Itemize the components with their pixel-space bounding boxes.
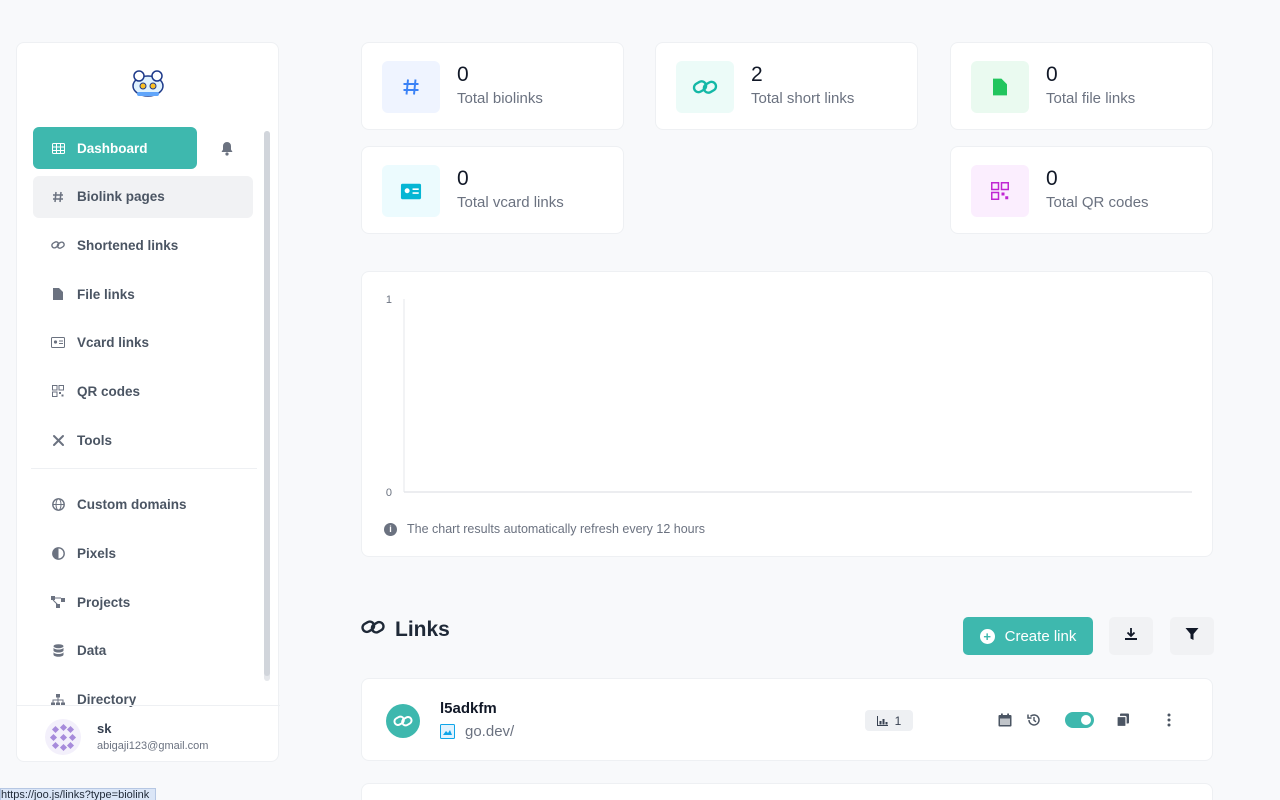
- sidebar-item-label: Biolink pages: [77, 189, 165, 205]
- sidebar-item-label: Projects: [77, 594, 131, 610]
- stat-card-qr-codes[interactable]: 0 Total QR codes: [950, 146, 1213, 234]
- link-icon: [361, 618, 385, 642]
- sidebar-nav: Dashboard Biolink pages Shortened links …: [31, 127, 257, 727]
- user-email: abigaji123@gmail.com: [97, 740, 209, 752]
- scrollbar-thumb[interactable]: [264, 131, 270, 676]
- copy-icon[interactable]: [1113, 710, 1133, 730]
- sidebar-item-file-links[interactable]: File links: [33, 273, 253, 315]
- sidebar-item-projects[interactable]: Projects: [33, 581, 253, 623]
- tools-icon: [49, 431, 67, 449]
- filter-icon: [1185, 627, 1199, 646]
- qrcode-icon: [49, 382, 67, 400]
- link-icon: [676, 61, 734, 113]
- stat-value: 0: [457, 167, 469, 190]
- stat-card-file-links[interactable]: 0 Total file links: [950, 42, 1213, 130]
- stat-label: Total biolinks: [457, 90, 543, 107]
- sidebar-item-label: Tools: [77, 432, 112, 448]
- chart-note-text: The chart results automatically refresh …: [407, 522, 706, 536]
- file-icon: [971, 61, 1029, 113]
- history-icon[interactable]: [1024, 710, 1044, 730]
- stat-card-biolinks[interactable]: 0 Total biolinks: [361, 42, 624, 130]
- stat-label: Total vcard links: [457, 194, 564, 211]
- hash-icon: [382, 61, 440, 113]
- stat-label: Total file links: [1046, 90, 1136, 107]
- link-row[interactable]: l5adkfm go.dev/ 1: [361, 678, 1213, 761]
- project-diagram-icon: [49, 593, 67, 611]
- sidebar-item-label: File links: [77, 286, 135, 302]
- favicon-icon: [440, 724, 455, 739]
- sidebar-item-label: QR codes: [77, 383, 141, 399]
- y-tick-label: 0: [386, 487, 392, 499]
- y-tick-label: 1: [386, 294, 392, 306]
- links-section-title: Links: [361, 618, 450, 642]
- sidebar-item-label: Dashboard: [77, 140, 148, 156]
- clicks-count: 1: [894, 713, 902, 728]
- stat-card-short-links[interactable]: 2 Total short links: [655, 42, 918, 130]
- database-icon: [49, 642, 67, 660]
- link-icon: [49, 236, 67, 254]
- user-name: sk: [97, 721, 112, 736]
- table-icon: [49, 139, 67, 157]
- chart-note: i The chart results automatically refres…: [384, 522, 705, 536]
- create-link-label: Create link: [1004, 627, 1077, 645]
- sidebar-item-label: Data: [77, 643, 107, 659]
- export-button[interactable]: [1109, 617, 1153, 655]
- sidebar-scrollbar[interactable]: [264, 131, 270, 681]
- link-icon: [386, 704, 420, 738]
- sidebar-item-tools[interactable]: Tools: [33, 419, 253, 461]
- link-destination[interactable]: go.dev/: [440, 723, 514, 740]
- link-url: go.dev/: [465, 723, 515, 740]
- stat-value: 2: [751, 63, 763, 86]
- info-icon: i: [384, 522, 397, 536]
- sidebar-item-pixels[interactable]: Pixels: [33, 533, 253, 575]
- sidebar-item-label: Shortened links: [77, 237, 179, 253]
- plus-icon: +: [979, 628, 995, 644]
- sidebar-divider: [31, 467, 257, 469]
- stat-value: 0: [1046, 167, 1058, 190]
- adjust-icon: [49, 545, 67, 563]
- sidebar-item-dashboard[interactable]: Dashboard: [33, 127, 197, 169]
- sidebar-item-custom-domains[interactable]: Custom domains: [33, 484, 253, 526]
- calendar-icon[interactable]: [995, 710, 1015, 730]
- more-options-icon[interactable]: [1159, 710, 1179, 730]
- sidebar-item-shortened-links[interactable]: Shortened links: [33, 224, 253, 266]
- bar-chart-icon: [876, 715, 888, 726]
- filter-button[interactable]: [1170, 617, 1214, 655]
- chart-plot: 10: [386, 294, 1192, 499]
- sidebar-item-data[interactable]: Data: [33, 630, 253, 672]
- qrcode-icon: [971, 165, 1029, 217]
- stat-label: Total short links: [751, 90, 855, 107]
- sidebar-item-label: Custom domains: [77, 497, 187, 513]
- stat-label: Total QR codes: [1046, 194, 1149, 211]
- file-icon: [49, 285, 67, 303]
- id-card-icon: [49, 334, 67, 352]
- stat-card-vcard-links[interactable]: 0 Total vcard links: [361, 146, 624, 234]
- links-title-text: Links: [395, 618, 450, 641]
- link-enabled-toggle[interactable]: [1065, 712, 1094, 728]
- hash-icon: [49, 188, 67, 206]
- link-name[interactable]: l5adkfm: [440, 700, 497, 717]
- user-menu[interactable]: sk abigaji123@gmail.com: [17, 705, 280, 763]
- sidebar-item-label: Pixels: [77, 546, 117, 561]
- sidebar-item-vcard-links[interactable]: Vcard links: [33, 322, 253, 364]
- download-icon: [1124, 627, 1138, 646]
- status-bar-url: https://joo.js/links?type=biolink: [0, 788, 157, 800]
- sidebar-item-qr-codes[interactable]: QR codes: [33, 370, 253, 412]
- avatar: [45, 719, 81, 755]
- sidebar-item-biolink-pages[interactable]: Biolink pages: [33, 175, 253, 218]
- chart-card: 10 i The chart results automatically ref…: [361, 271, 1213, 557]
- link-row-partial[interactable]: [361, 783, 1213, 800]
- link-clicks-badge[interactable]: 1: [865, 710, 913, 731]
- brand-logo[interactable]: [130, 67, 166, 99]
- sidebar: Dashboard Biolink pages Shortened links …: [16, 42, 280, 763]
- globe-icon: [49, 496, 67, 514]
- sidebar-item-label: Vcard links: [77, 335, 150, 351]
- create-link-button[interactable]: + Create link: [963, 617, 1093, 655]
- stat-value: 0: [1046, 63, 1058, 86]
- stat-value: 0: [457, 63, 469, 86]
- id-card-icon: [382, 165, 440, 217]
